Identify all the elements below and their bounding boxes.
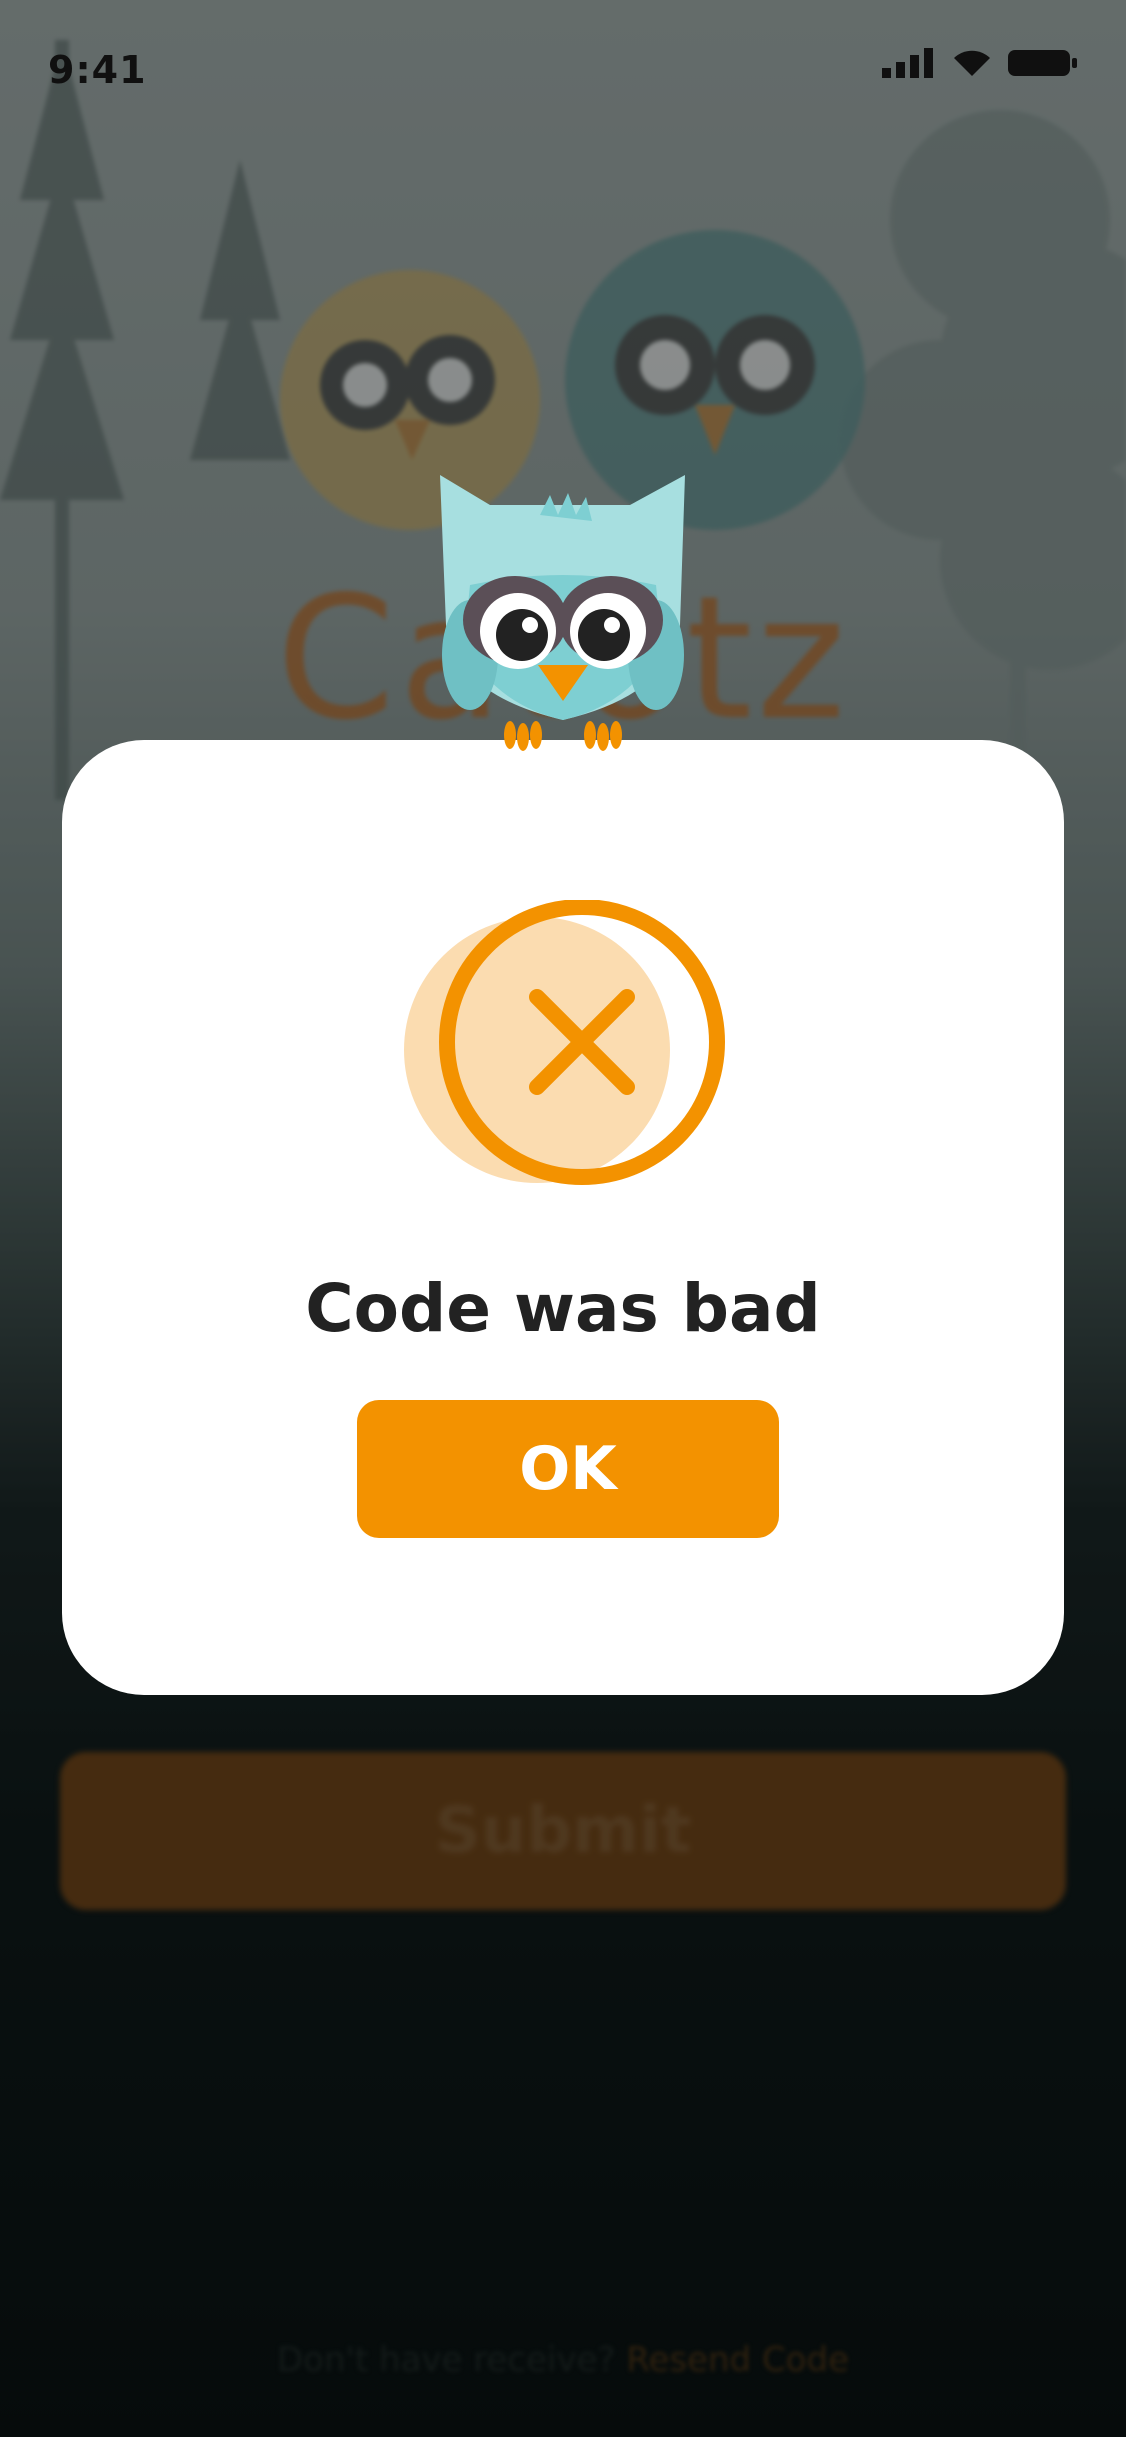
dialog-message: Code was bad	[305, 1270, 821, 1347]
error-dialog: Code was bad OK	[62, 740, 1064, 1695]
ok-button[interactable]: OK	[357, 1400, 779, 1538]
error-x-icon	[404, 900, 725, 1185]
ok-button-label: OK	[519, 1434, 617, 1504]
owl-mascot-image	[440, 475, 685, 751]
